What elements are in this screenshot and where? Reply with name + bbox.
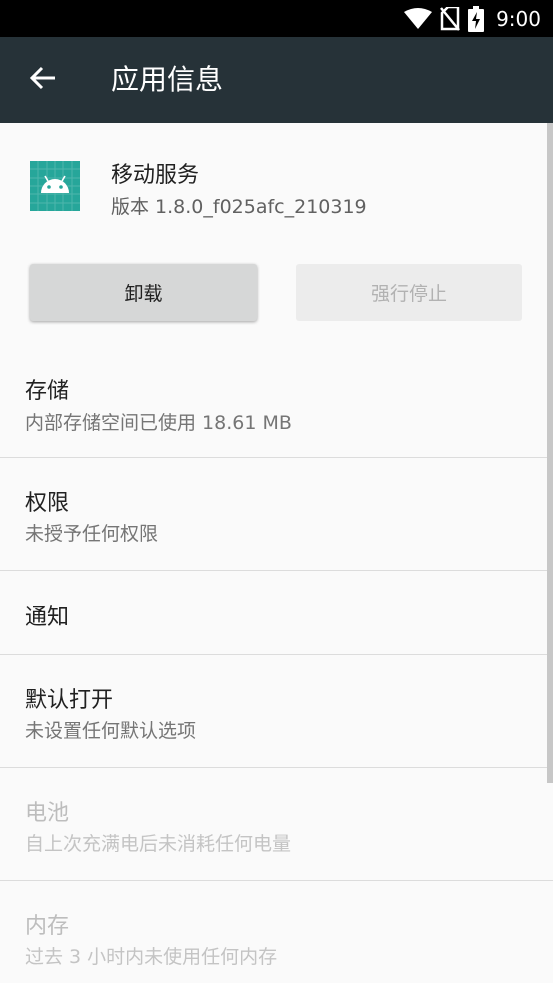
item-title: 内存: [25, 914, 70, 939]
status-bar: 9:00: [0, 0, 553, 37]
item-subtitle: 过去 3 小时内未使用任何内存: [25, 946, 278, 968]
status-time: 9:00: [496, 6, 541, 31]
app-bar: 应用信息: [0, 37, 553, 123]
list-item-permissions[interactable]: 权限 未授予任何权限: [0, 458, 553, 570]
app-header: 移动服务 版本 1.8.0_f025afc_210319: [0, 123, 553, 263]
list-item-memory: 内存 过去 3 小时内未使用任何内存: [0, 881, 553, 983]
status-icons: 9:00: [404, 0, 541, 37]
back-button[interactable]: [22, 59, 64, 101]
item-subtitle: 未授予任何权限: [25, 523, 159, 545]
uninstall-button[interactable]: 卸载: [30, 264, 257, 321]
app-name: 移动服务: [111, 163, 200, 188]
wifi-icon: [404, 7, 433, 30]
android-icon: [30, 161, 80, 211]
list-item-battery: 电池 自上次充满电后未消耗任何电量: [0, 768, 553, 880]
item-title: 通知: [25, 605, 70, 630]
list-item-open-by-default[interactable]: 默认打开 未设置任何默认选项: [0, 655, 553, 767]
item-title: 权限: [25, 491, 70, 516]
item-title: 默认打开: [25, 688, 114, 713]
arrow-back-icon[interactable]: [29, 66, 56, 94]
content[interactable]: 移动服务 版本 1.8.0_f025afc_210319 卸载 强行停止 存储 …: [0, 123, 553, 983]
battery-charging-icon: [468, 5, 485, 32]
item-title: 存储: [25, 379, 70, 404]
scrollbar[interactable]: [547, 123, 553, 783]
list-item-storage[interactable]: 存储 内部存储空间已使用 18.61 MB: [0, 353, 553, 457]
item-subtitle: 内部存储空间已使用 18.61 MB: [25, 412, 292, 434]
item-subtitle: 未设置任何默认选项: [25, 720, 197, 742]
page-title: 应用信息: [111, 63, 224, 96]
app-version: 版本 1.8.0_f025afc_210319: [111, 196, 367, 218]
item-title: 电池: [25, 801, 70, 826]
list-item-notifications[interactable]: 通知: [0, 571, 553, 654]
force-stop-button: 强行停止: [296, 264, 522, 321]
no-sim-icon: [440, 6, 461, 31]
item-subtitle: 自上次充满电后未消耗任何电量: [25, 833, 292, 855]
